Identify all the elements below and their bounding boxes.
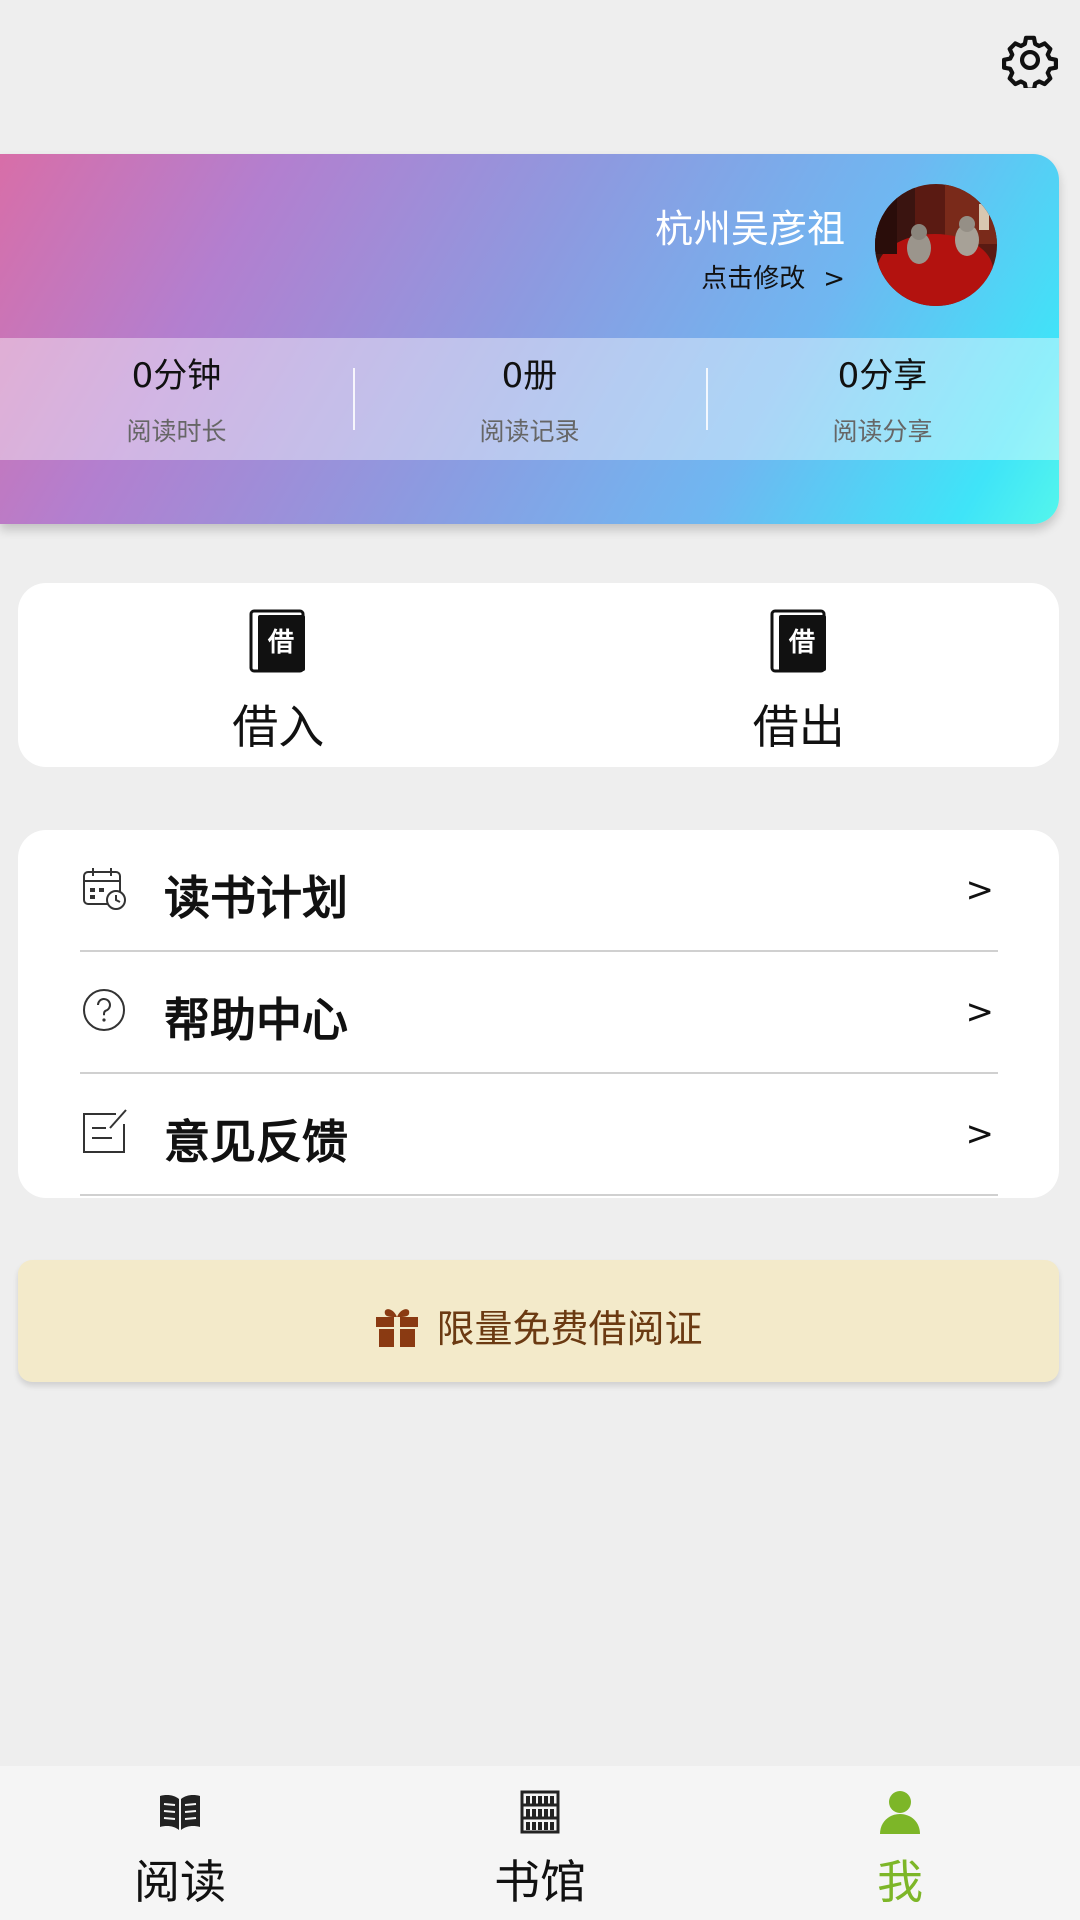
stat-value: 0册 [501, 356, 558, 396]
chevron-right-icon: > [965, 870, 995, 910]
open-book-icon [160, 1795, 200, 1830]
chevron-right-icon: > [823, 264, 845, 294]
chevron-right-icon: > [965, 992, 995, 1032]
calendar-clock-icon [83, 868, 126, 910]
stat-label: 阅读分享 [832, 417, 933, 446]
lend-out-label: 借出 [752, 700, 845, 754]
tab-label: 书馆 [494, 1855, 586, 1909]
menu-list: 读书计划 > 帮助中心 > 意见反馈 > [18, 830, 1059, 1198]
menu-label: 意见反馈 [164, 1115, 348, 1169]
stat-reading-records[interactable]: 0册 阅读记录 [353, 338, 706, 460]
stat-label: 阅读记录 [479, 417, 580, 446]
stat-reading-time[interactable]: 0分钟 阅读时长 [0, 338, 353, 460]
stat-reading-shares[interactable]: 0分享 阅读分享 [706, 338, 1059, 460]
borrow-in-button[interactable]: 借 借入 [18, 583, 539, 767]
stat-value: 0分享 [837, 356, 928, 396]
chevron-right-icon: > [965, 1114, 995, 1154]
edit-profile-label: 点击修改 [701, 264, 806, 294]
menu-label: 读书计划 [164, 871, 348, 925]
lend-book-icon: 借 [770, 609, 826, 673]
lend-out-button[interactable]: 借 借出 [539, 583, 1060, 767]
divider [80, 1194, 998, 1196]
menu-label: 帮助中心 [164, 993, 348, 1047]
bottom-tab-bar: 阅读 书馆 我 [0, 1766, 1080, 1920]
user-name: 杭州吴彦祖 [654, 207, 845, 251]
tab-reading[interactable]: 阅读 [0, 1766, 360, 1920]
stat-value: 0分钟 [131, 356, 222, 396]
menu-item-feedback[interactable]: 意见反馈 > [80, 1074, 998, 1196]
gift-icon [376, 1308, 419, 1347]
edit-note-icon [83, 1109, 127, 1153]
profile-page: 杭州吴彦祖 点击修改 > 0分钟 阅读时长 0册 阅读记录 0分享 阅读分享 借… [0, 0, 1080, 1920]
edit-profile-link[interactable]: 点击修改 > [701, 258, 845, 295]
tab-library[interactable]: 书馆 [360, 1766, 720, 1920]
borrow-in-label: 借入 [232, 700, 325, 754]
borrow-panel: 借 借入 借 借出 [18, 583, 1059, 767]
tab-me[interactable]: 我 [720, 1766, 1080, 1920]
stat-label: 阅读时长 [126, 417, 227, 446]
profile-card: 杭州吴彦祖 点击修改 > 0分钟 阅读时长 0册 阅读记录 0分享 阅读分享 [0, 154, 1059, 524]
lend-glyph: 借 [788, 628, 815, 658]
promo-text: 限量免费借阅证 [436, 1307, 703, 1351]
question-circle-icon [83, 989, 125, 1031]
menu-item-reading-plan[interactable]: 读书计划 > [80, 830, 998, 952]
gear-icon [1002, 35, 1058, 92]
free-library-card-banner[interactable]: 限量免费借阅证 [18, 1260, 1059, 1382]
reading-stats: 0分钟 阅读时长 0册 阅读记录 0分享 阅读分享 [0, 338, 1059, 460]
menu-item-help-center[interactable]: 帮助中心 > [80, 952, 998, 1074]
borrow-book-icon: 借 [249, 609, 306, 673]
tab-label: 我 [877, 1855, 923, 1909]
borrow-glyph: 借 [267, 628, 294, 658]
avatar[interactable] [875, 184, 997, 306]
person-icon [880, 1791, 920, 1834]
bookshelf-icon [520, 1790, 560, 1834]
tab-label: 阅读 [134, 1855, 226, 1909]
settings-button[interactable] [1002, 32, 1058, 92]
